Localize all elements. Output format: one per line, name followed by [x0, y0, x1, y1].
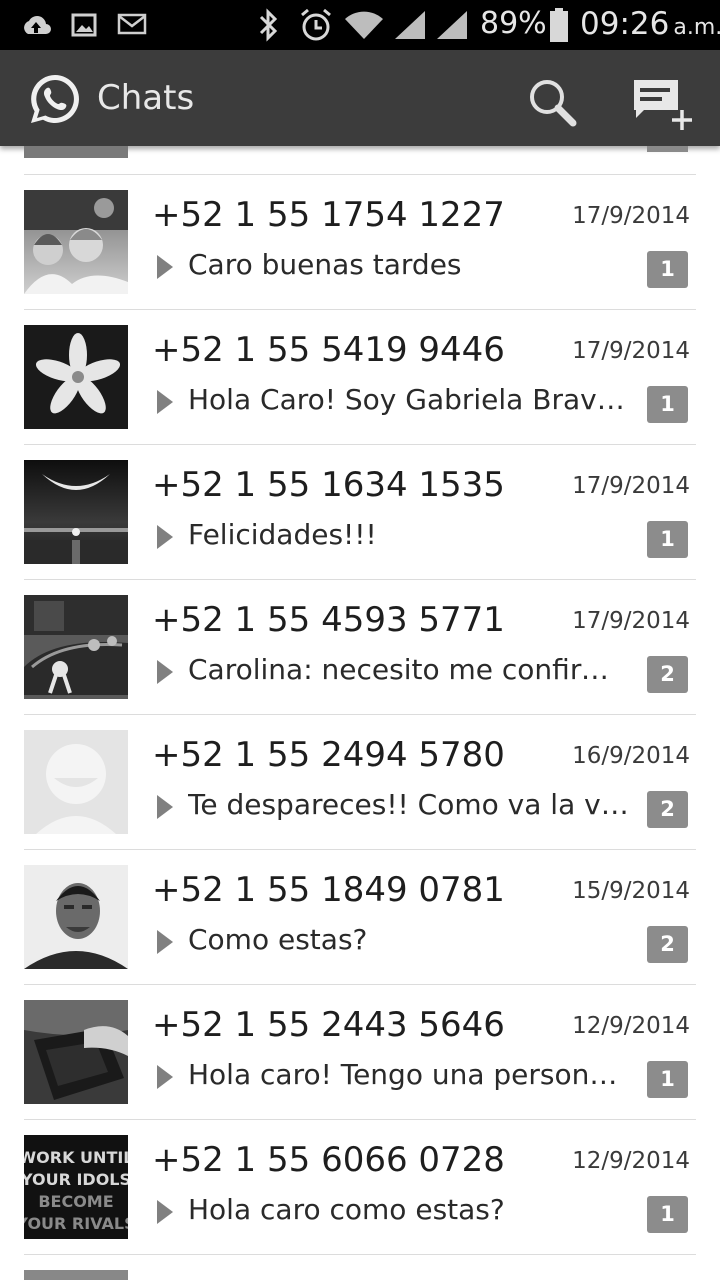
- unread-badge: 2: [647, 791, 688, 828]
- unread-badge: 2: [647, 656, 688, 693]
- chat-date: 15/9/2014: [572, 878, 690, 904]
- play-icon: [157, 1065, 173, 1089]
- unread-badge: 1: [647, 251, 688, 288]
- page-title: Chats: [97, 78, 195, 118]
- avatar[interactable]: [24, 595, 128, 699]
- avatar[interactable]: [24, 325, 128, 429]
- battery-percent: 89%: [480, 6, 547, 41]
- message-preview: Caro buenas tardes: [188, 248, 462, 281]
- avatar-text-line3: BECOME: [38, 1192, 113, 1211]
- avatar[interactable]: [24, 146, 128, 158]
- default-avatar-icon[interactable]: [24, 730, 128, 834]
- chat-date: 16/9/2014: [572, 743, 690, 769]
- chat-row[interactable]: +52 1 55 5419 9446 17/9/2014 Hola Caro! …: [0, 310, 720, 445]
- upload-icon: [24, 16, 51, 34]
- message-preview: Carolina: necesito me confirm…: [188, 653, 633, 686]
- chat-list[interactable]: +52 1 55 1754 1227 17/9/2014 Caro buenas…: [0, 146, 720, 1280]
- message-preview: Felicidades!!!: [188, 518, 377, 551]
- signal-icon: [395, 11, 425, 39]
- unread-badge: 2: [647, 926, 688, 963]
- play-icon: [157, 795, 173, 819]
- avatar[interactable]: [24, 865, 128, 969]
- unread-badge: [647, 146, 688, 152]
- avatar-text-line2: YOUR IDOLS: [24, 1170, 128, 1189]
- message-preview: Como estas?: [188, 923, 368, 956]
- contact-name: +52 1 55 2443 5646: [152, 1005, 505, 1045]
- new-chat-icon[interactable]: [630, 76, 696, 132]
- play-icon: [157, 930, 173, 954]
- play-icon: [157, 255, 173, 279]
- app-bar: Chats: [0, 50, 720, 146]
- avatar-text-line4: YOUR RIVALS: [24, 1214, 128, 1233]
- contact-name: +52 1 55 6066 0728: [152, 1140, 505, 1180]
- battery-icon: [550, 8, 568, 42]
- image-icon: [71, 13, 97, 37]
- chat-row[interactable]: +52 1 55 1634 1535 17/9/2014 Felicidades…: [0, 445, 720, 580]
- clock-time: 09:26: [580, 6, 670, 42]
- chat-row[interactable]: +52 1 55 2443 5646 12/9/2014 Hola caro! …: [0, 985, 720, 1120]
- play-icon: [157, 390, 173, 414]
- play-icon: [157, 1200, 173, 1224]
- whatsapp-logo-icon[interactable]: [27, 71, 83, 127]
- play-icon: [157, 525, 173, 549]
- unread-badge: 1: [647, 1196, 688, 1233]
- message-preview: Hola caro como estas?: [188, 1193, 505, 1226]
- contact-name: +52 1 55 2494 5780: [152, 735, 505, 775]
- signal-icon: [437, 11, 467, 39]
- search-icon[interactable]: [526, 76, 578, 128]
- avatar[interactable]: [24, 190, 128, 294]
- status-bar: 89% 09:26 a.m.: [0, 0, 720, 50]
- alarm-icon: [301, 8, 331, 41]
- contact-name: +52 1 55 1849 0781: [152, 870, 505, 910]
- contact-name: +52 1 55 4593 5771: [152, 600, 505, 640]
- contact-name: +52 1 55 1754 1227: [152, 195, 505, 235]
- message-preview: Hola Caro! Soy Gabriela Bravo…: [188, 383, 633, 416]
- avatar[interactable]: WORK UNTIL YOUR IDOLS BECOME YOUR RIVALS: [24, 1135, 128, 1239]
- contact-name: +52 1 55 5419 9446: [152, 330, 505, 370]
- avatar-text-line1: WORK UNTIL: [24, 1148, 128, 1167]
- chat-row[interactable]: WORK UNTIL YOUR IDOLS BECOME YOUR RIVALS…: [0, 1120, 720, 1255]
- play-icon: [157, 660, 173, 684]
- chat-date: 17/9/2014: [572, 203, 690, 229]
- unread-badge: 1: [647, 521, 688, 558]
- email-icon: [117, 13, 147, 35]
- avatar[interactable]: [24, 1270, 128, 1280]
- message-preview: Te despareces!! Como va la vi…: [188, 788, 633, 821]
- chat-row[interactable]: +52 1 55 1849 0781 15/9/2014 Como estas?…: [0, 850, 720, 985]
- chat-date: 12/9/2014: [572, 1013, 690, 1039]
- chat-date: 17/9/2014: [572, 608, 690, 634]
- chat-date: 17/9/2014: [572, 473, 690, 499]
- bluetooth-icon: [259, 8, 278, 42]
- unread-badge: 1: [647, 386, 688, 423]
- clock: 09:26 a.m.: [580, 6, 720, 42]
- avatar[interactable]: [24, 1000, 128, 1104]
- contact-name: +52 1 55 1634 1535: [152, 465, 505, 505]
- clock-ampm: a.m.: [673, 15, 720, 40]
- chat-row[interactable]: +52 1 55 4593 5771 17/9/2014 Carolina: n…: [0, 580, 720, 715]
- divider: [24, 1254, 696, 1255]
- unread-badge: 1: [647, 1061, 688, 1098]
- message-preview: Hola caro! Tengo una persona…: [188, 1058, 633, 1091]
- chat-row[interactable]: +52 1 55 1754 1227 17/9/2014 Caro buenas…: [0, 175, 720, 310]
- wifi-icon: [345, 11, 383, 39]
- avatar[interactable]: [24, 460, 128, 564]
- chat-date: 17/9/2014: [572, 338, 690, 364]
- chat-row[interactable]: +52 1 55 2494 5780 16/9/2014 Te desparec…: [0, 715, 720, 850]
- chat-date: 12/9/2014: [572, 1148, 690, 1174]
